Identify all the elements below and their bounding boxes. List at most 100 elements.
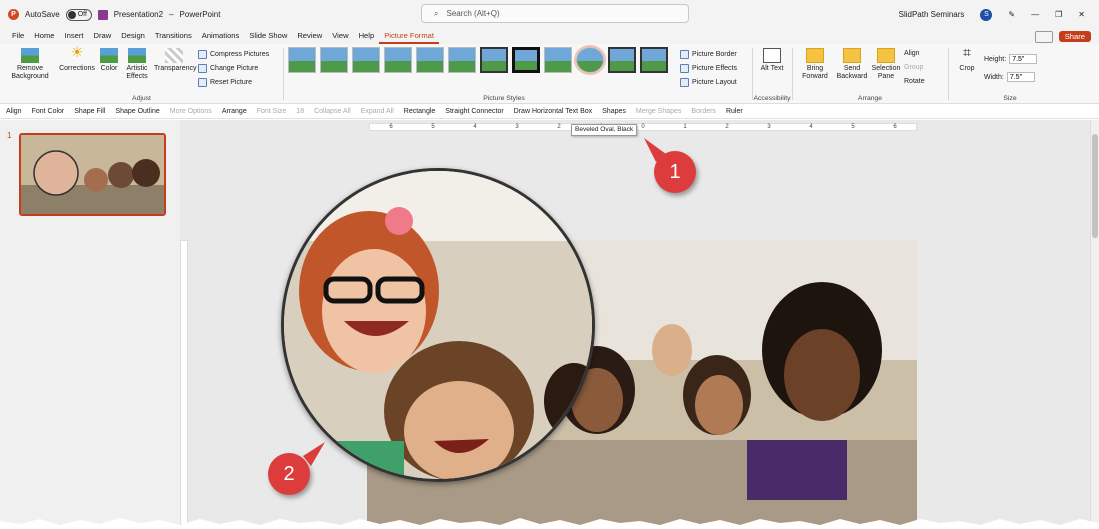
picture-border-button[interactable]: Picture Border (680, 50, 737, 59)
vertical-ruler (180, 240, 188, 525)
style-thumb[interactable] (352, 47, 380, 73)
transparency-button[interactable]: Transparency (154, 48, 197, 73)
style-thumb[interactable] (608, 47, 636, 73)
title-bar: P AutoSave Off Presentation2 – PowerPoin… (0, 0, 1099, 29)
style-thumb-beveled-oval[interactable] (574, 45, 606, 75)
reset-picture-icon (198, 78, 207, 87)
picture-effects-button[interactable]: Picture Effects (680, 64, 737, 73)
tab-insert[interactable]: Insert (60, 29, 89, 44)
rotate-button[interactable]: Rotate (904, 78, 925, 85)
color-button[interactable]: Color (98, 48, 120, 73)
group-accessibility: Alt Text Accessibility (753, 44, 791, 104)
alt-text-icon (763, 48, 781, 63)
style-thumb[interactable] (480, 47, 508, 73)
ruler-tick: 3 (515, 124, 519, 130)
style-thumb[interactable] (640, 47, 668, 73)
toggle-knob-icon (67, 10, 76, 19)
artistic-effects-button[interactable]: Artistic Effects (122, 48, 152, 81)
collapse-all-button[interactable]: Collapse All (314, 108, 351, 115)
app-name: PowerPoint (179, 10, 221, 19)
account-name[interactable]: SlidPath Seminars (899, 10, 965, 19)
scrollbar-thumb[interactable] (1092, 134, 1098, 238)
slides-pane: 1 (0, 120, 180, 529)
alt-text-button[interactable]: Alt Text (760, 48, 784, 73)
share-button[interactable]: Share (1058, 31, 1091, 42)
ruler-tick: 3 (767, 124, 771, 130)
arrange-toolbar-button[interactable]: Arrange (222, 108, 247, 115)
borders-button[interactable]: Borders (691, 108, 716, 115)
autosave-toggle[interactable]: Off (65, 8, 92, 21)
reset-picture-button[interactable]: Reset Picture (198, 78, 252, 87)
style-thumb[interactable] (416, 47, 444, 73)
vertical-scrollbar[interactable] (1090, 120, 1099, 529)
color-label: Color (100, 65, 118, 72)
picture-styles-gallery (284, 44, 668, 78)
straight-connector-button[interactable]: Straight Connector (445, 108, 503, 115)
restore-icon[interactable]: ❐ (1055, 10, 1062, 19)
picture-effects-label: Picture Effects (692, 65, 738, 72)
align-toolbar-button[interactable]: Align (6, 108, 22, 115)
tab-help[interactable]: Help (354, 29, 380, 44)
expand-all-button[interactable]: Expand All (361, 108, 394, 115)
shape-outline-button[interactable]: Shape Outline (115, 108, 159, 115)
divider (948, 48, 949, 100)
tab-animations[interactable]: Animations (197, 29, 245, 44)
bring-forward-button[interactable]: Bring Forward (798, 48, 832, 81)
compress-pictures-button[interactable]: Compress Pictures (198, 50, 269, 59)
pen-icon[interactable]: ✎ (1008, 10, 1015, 19)
comments-icon[interactable] (1034, 30, 1053, 43)
group-size: ⌗ Crop Height: Width: Size (950, 44, 1070, 104)
group-adjust: Remove Background ☀ Corrections Color Ar… (0, 44, 283, 104)
style-thumb[interactable] (512, 47, 540, 73)
beveled-oval-picture[interactable] (281, 168, 595, 482)
send-backward-button[interactable]: Send Backward (835, 48, 869, 81)
more-options-button[interactable]: More Options (170, 108, 212, 115)
search-box[interactable]: ⌕ Search (Alt+Q) (421, 4, 689, 23)
style-thumb[interactable] (320, 47, 348, 73)
picture-border-label: Picture Border (692, 51, 737, 58)
merge-shapes-button[interactable]: Merge Shapes (636, 108, 682, 115)
sun-icon: ☀ (70, 44, 84, 60)
save-icon[interactable] (97, 9, 108, 20)
align-label: Align (904, 50, 920, 57)
height-input[interactable] (1009, 54, 1038, 64)
tab-view[interactable]: View (327, 29, 353, 44)
crop-button[interactable]: ⌗ Crop (956, 45, 978, 73)
selection-pane-button[interactable]: Selection Pane (871, 48, 901, 81)
slide-thumbnail[interactable] (19, 133, 166, 216)
ruler-button[interactable]: Ruler (726, 108, 743, 115)
change-picture-button[interactable]: Change Picture (198, 64, 258, 73)
style-thumb[interactable] (384, 47, 412, 73)
shape-fill-button[interactable]: Shape Fill (74, 108, 105, 115)
tab-review[interactable]: Review (292, 29, 327, 44)
text-box-button[interactable]: Draw Horizontal Text Box (514, 108, 592, 115)
font-size-input[interactable]: 18 (296, 108, 304, 115)
ruler-tick: 6 (389, 124, 393, 130)
remove-background-icon (21, 48, 39, 63)
style-thumb[interactable] (544, 47, 572, 73)
style-thumb[interactable] (448, 47, 476, 73)
corrections-button[interactable]: ☀ Corrections (58, 44, 96, 73)
send-backward-icon (843, 48, 861, 63)
picture-layout-button[interactable]: Picture Layout (680, 78, 737, 87)
tab-slide-show[interactable]: Slide Show (244, 29, 292, 44)
group-button[interactable]: Group (904, 64, 923, 71)
close-icon[interactable]: ✕ (1078, 10, 1085, 19)
remove-background-button[interactable]: Remove Background (6, 48, 54, 81)
width-input[interactable] (1006, 72, 1035, 82)
rectangle-button[interactable]: Rectangle (404, 108, 436, 115)
avatar[interactable]: S (980, 8, 993, 21)
minimize-icon[interactable]: — (1031, 10, 1039, 19)
tab-home[interactable]: Home (29, 29, 59, 44)
tab-picture-format[interactable]: Picture Format (379, 29, 439, 44)
tab-file[interactable]: File (7, 29, 29, 44)
font-color-button[interactable]: Font Color (32, 108, 65, 115)
picture-layout-label: Picture Layout (692, 79, 737, 86)
tab-design[interactable]: Design (116, 29, 150, 44)
slide-thumbnail-image (21, 135, 164, 214)
style-thumb[interactable] (288, 47, 316, 73)
tab-transitions[interactable]: Transitions (150, 29, 197, 44)
shapes-button[interactable]: Shapes (602, 108, 626, 115)
tab-draw[interactable]: Draw (89, 29, 117, 44)
align-button[interactable]: Align (904, 50, 920, 57)
